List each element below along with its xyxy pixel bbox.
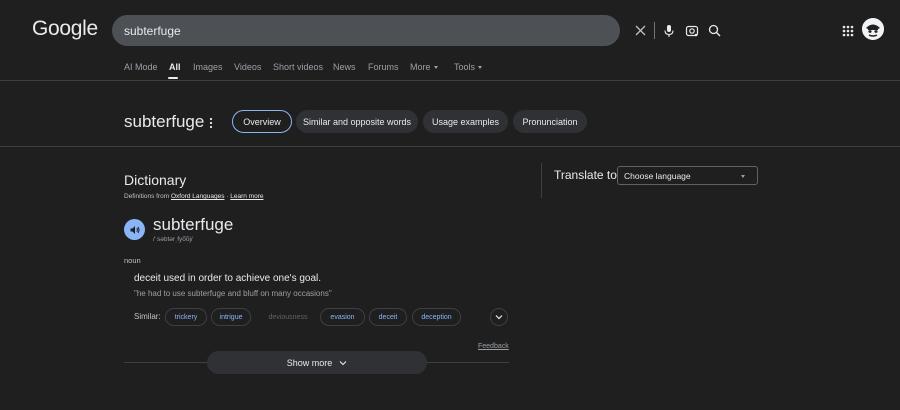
tab-pronunciation[interactable]: Pronunciation (513, 110, 587, 133)
show-more-label: Show more (286, 357, 333, 368)
search-tabs: AI Mode All Images Videos Short videos N… (0, 60, 900, 81)
similar-chip-deceit[interactable]: deceit (369, 308, 407, 326)
dictionary-heading: Dictionary (124, 172, 187, 188)
similar-label: Similar: (134, 312, 161, 321)
speaker-icon (130, 225, 139, 234)
similar-chip-intrigue[interactable]: intrigue (211, 308, 251, 326)
tab-overview[interactable]: Overview (232, 110, 292, 133)
phonetic-spelling: /ˈsəbtərˌfyo͞oj/ (153, 236, 193, 243)
lens-icon[interactable] (683, 22, 700, 39)
search-divider (654, 22, 655, 39)
tab-images[interactable]: Images (193, 62, 223, 72)
search-icon[interactable] (706, 22, 723, 39)
part-of-speech: noun (124, 256, 141, 265)
tab-more[interactable]: More (410, 62, 438, 72)
feedback-link[interactable]: Feedback (478, 343, 509, 350)
source-separator: · (226, 193, 229, 200)
tab-videos[interactable]: Videos (234, 62, 261, 72)
similar-chip-trickery[interactable]: trickery (165, 308, 207, 326)
show-more-button[interactable]: Show more (207, 351, 427, 374)
tab-tools[interactable]: Tools (454, 62, 483, 72)
tab-news[interactable]: News (333, 62, 356, 72)
similar-chip-deviousness: deviousness (268, 313, 308, 321)
header: Google (0, 0, 900, 60)
similar-chip-evasion[interactable]: evasion (320, 308, 365, 326)
language-select-value: Choose language (624, 171, 691, 181)
translate-label: Translate to (554, 168, 617, 182)
search-input[interactable] (124, 22, 504, 39)
tab-forums[interactable]: Forums (368, 62, 399, 72)
language-select[interactable]: Choose language (617, 166, 758, 185)
microphone-icon[interactable] (660, 22, 677, 39)
tab-usage-examples[interactable]: Usage examples (423, 110, 508, 133)
chevron-down-icon (495, 315, 503, 320)
play-pronunciation-button[interactable] (124, 219, 145, 240)
panel-divider (541, 163, 542, 198)
tab-ai-mode[interactable]: AI Mode (124, 62, 158, 72)
tab-more-label: More (410, 62, 431, 72)
word-header: subterfuge Overview Similar and opposite… (0, 100, 900, 147)
apps-grid-icon[interactable] (838, 21, 858, 41)
page-title: subterfuge (124, 112, 205, 131)
chevron-down-icon (741, 175, 745, 178)
chevron-down-icon (433, 66, 438, 70)
definition-text: deceit used in order to achieve one's go… (134, 273, 322, 284)
similar-chip-deception[interactable]: deception (412, 308, 461, 326)
tab-all[interactable]: All (169, 62, 181, 72)
tab-similar-opposite[interactable]: Similar and opposite words (296, 110, 418, 133)
more-options-icon[interactable] (207, 116, 215, 130)
clear-icon[interactable] (632, 22, 649, 39)
example-sentence: "he had to use subterfuge and bluff on m… (134, 289, 332, 298)
chevron-down-icon (478, 66, 483, 70)
search-box[interactable] (112, 15, 721, 46)
expand-similar-button[interactable] (490, 308, 508, 326)
headword: subterfuge (153, 215, 234, 234)
chevron-down-icon (339, 360, 347, 365)
avatar[interactable] (862, 18, 884, 40)
active-tab-indicator (168, 77, 178, 79)
defs-from-prefix: Definitions from (124, 193, 170, 200)
learn-more-link[interactable]: Learn more (230, 193, 263, 200)
tab-short-videos[interactable]: Short videos (273, 62, 323, 72)
oxford-languages-link[interactable]: Oxford Languages (171, 193, 224, 200)
tab-tools-label: Tools (454, 62, 476, 72)
definitions-source: Definitions from Oxford Languages · Lear… (124, 193, 264, 200)
google-logo[interactable]: Google (32, 17, 98, 41)
